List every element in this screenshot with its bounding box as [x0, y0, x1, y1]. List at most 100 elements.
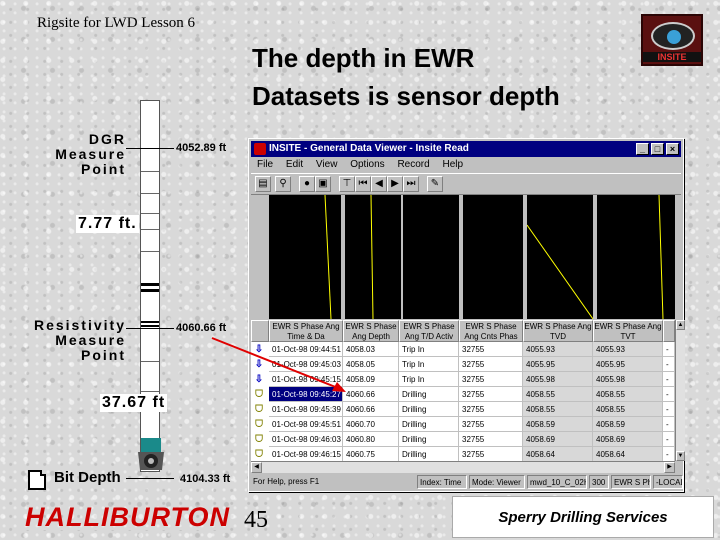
table-cell[interactable]: Drilling — [399, 432, 459, 447]
scroll-down-icon[interactable]: ▼ — [676, 451, 685, 461]
log-track-4 — [463, 195, 523, 319]
table-cell-overflow: - — [663, 417, 675, 432]
table-cell[interactable]: 4058.69 — [523, 432, 593, 447]
general-data-viewer-window[interactable]: INSITE - General Data Viewer - Insite Re… — [248, 138, 685, 492]
status-location: -LOCAL- — [653, 475, 683, 489]
record-icon[interactable]: ● — [299, 176, 315, 192]
table-cell[interactable]: 32755 — [459, 342, 523, 357]
table-cell[interactable]: 01-Oct-98 09:46:03 — [269, 432, 343, 447]
table-cell[interactable]: 4058.55 — [523, 387, 593, 402]
table-cell[interactable]: 4055.95 — [593, 357, 663, 372]
menu-file[interactable]: File — [257, 159, 273, 170]
table-cell[interactable]: Drilling — [399, 387, 459, 402]
vertical-scrollbar[interactable]: ▲ ▼ — [675, 320, 685, 461]
first-record-icon[interactable]: ⏮ — [355, 176, 371, 192]
table-cell[interactable]: 32755 — [459, 387, 523, 402]
table-cell[interactable]: 32755 — [459, 372, 523, 387]
log-track-2 — [345, 195, 401, 319]
menu-record[interactable]: Record — [397, 159, 429, 170]
table-cell[interactable]: 4060.66 — [343, 387, 399, 402]
table-cell[interactable]: Trip In — [399, 357, 459, 372]
scroll-left-icon[interactable]: ◀ — [251, 462, 262, 473]
find-icon[interactable]: ⚲ — [275, 176, 291, 192]
table-cell[interactable]: 4058.55 — [593, 387, 663, 402]
table-cell[interactable]: 4058.09 — [343, 372, 399, 387]
table-cell[interactable]: Trip In — [399, 372, 459, 387]
print-icon[interactable]: ▤ — [255, 176, 271, 192]
sperry-logo-text: Sperry Drilling Services — [498, 509, 668, 526]
column-header-tvd[interactable]: EWR S Phase Ang TVD — [523, 320, 593, 342]
table-row[interactable]: ᗜ 01-Oct-98 09:46:03 4060.80 Drilling 32755 4… — [251, 432, 675, 447]
table-cell[interactable]: 4058.55 — [593, 402, 663, 417]
maximize-button[interactable]: □ — [651, 143, 664, 155]
table-row[interactable]: ᗜ 01-Oct-98 09:46:15 4060.75 Drilling 32755 4… — [251, 447, 675, 462]
dgr-label-text: DGR Measure Point — [55, 131, 126, 177]
table-cell[interactable]: 32755 — [459, 417, 523, 432]
table-cell[interactable]: Drilling — [399, 447, 459, 462]
table-cell[interactable]: 32755 — [459, 357, 523, 372]
window-icon[interactable]: ▣ — [315, 176, 331, 192]
sperry-logo: Sperry Drilling Services — [452, 496, 714, 538]
table-cell[interactable]: 4058.64 — [523, 447, 593, 462]
bit-leader-line — [126, 478, 174, 479]
close-button[interactable]: × — [666, 143, 679, 155]
column-header-depth[interactable]: EWR S Phase Ang Depth — [343, 320, 399, 342]
minimize-button[interactable]: _ — [636, 143, 649, 155]
table-cell[interactable]: 4055.98 — [593, 372, 663, 387]
table-cell[interactable]: 4058.64 — [593, 447, 663, 462]
table-row[interactable]: ᗜ 01-Oct-98 09:45:51 4060.70 Drilling 32755 4… — [251, 417, 675, 432]
table-cell[interactable]: 01-Oct-98 09:46:15 — [269, 447, 343, 462]
table-row[interactable]: ᗜ 01-Oct-98 09:45:39 4060.66 Drilling 32755 4… — [251, 402, 675, 417]
window-titlebar[interactable]: INSITE - General Data Viewer - Insite Re… — [251, 141, 681, 157]
table-cell[interactable]: 4055.93 — [523, 342, 593, 357]
column-header-more[interactable] — [663, 320, 675, 342]
table-cell[interactable]: 4055.93 — [593, 342, 663, 357]
log-track-5 — [527, 195, 593, 319]
insite-logo: INSITE — [641, 14, 703, 66]
resistivity-depth: 4060.66 ft — [176, 322, 227, 334]
table-cell[interactable]: 4055.98 — [523, 372, 593, 387]
menu-edit[interactable]: Edit — [286, 159, 303, 170]
table-cell[interactable]: 4060.70 — [343, 417, 399, 432]
log-track-3 — [403, 195, 459, 319]
table-cell[interactable]: 01-Oct-98 09:45:51 — [269, 417, 343, 432]
status-count: 300 — [589, 475, 609, 489]
scroll-up-icon[interactable]: ▲ — [676, 320, 685, 330]
table-cell[interactable]: 4058.03 — [343, 342, 399, 357]
table-cell[interactable]: 01-Oct-98 09:45:39 — [269, 402, 343, 417]
table-cell[interactable]: 32755 — [459, 447, 523, 462]
table-cell[interactable]: 32755 — [459, 402, 523, 417]
column-header-activity[interactable]: EWR S Phase Ang T/D Activ — [399, 320, 459, 342]
menu-bar: File Edit View Options Record Help — [251, 157, 681, 173]
dgr-depth: 4052.89 ft — [176, 142, 227, 154]
menu-view[interactable]: View — [316, 159, 338, 170]
table-cell[interactable]: 4058.69 — [593, 432, 663, 447]
menu-help[interactable]: Help — [442, 159, 463, 170]
table-cell[interactable]: 32755 — [459, 432, 523, 447]
horizontal-scrollbar[interactable]: ◀ ▶ — [251, 461, 675, 473]
log-plot-area[interactable] — [251, 195, 675, 319]
edit-pencil-icon[interactable]: ✎ — [427, 176, 443, 192]
prev-record-icon[interactable]: ◀ — [371, 176, 387, 192]
table-cell[interactable]: Trip In — [399, 342, 459, 357]
next-record-icon[interactable]: ▶ — [387, 176, 403, 192]
table-cell[interactable]: Drilling — [399, 417, 459, 432]
table-cell[interactable]: 4058.59 — [523, 417, 593, 432]
table-cell[interactable]: 4060.80 — [343, 432, 399, 447]
table-cell[interactable]: 4060.75 — [343, 447, 399, 462]
pin-icon[interactable]: ⊤ — [339, 176, 355, 192]
table-cell[interactable]: 4055.95 — [523, 357, 593, 372]
menu-options[interactable]: Options — [350, 159, 384, 170]
last-record-icon[interactable]: ⏭ — [403, 176, 419, 192]
table-cell[interactable]: 4058.55 — [523, 402, 593, 417]
status-mode: Mode: Viewer — [469, 475, 525, 489]
table-cell[interactable]: Drilling — [399, 402, 459, 417]
column-header-counts[interactable]: EWR S Phase Ang Cnts Phas — [459, 320, 523, 342]
table-cell[interactable]: 4060.66 — [343, 402, 399, 417]
column-header-tvt[interactable]: EWR S Phase Ang TVT — [593, 320, 663, 342]
scroll-right-icon[interactable]: ▶ — [664, 462, 675, 473]
table-cell[interactable]: 4058.59 — [593, 417, 663, 432]
status-index: Index: Time — [417, 475, 467, 489]
offset-dgr-res: 7.77 ft. — [76, 215, 139, 233]
table-cell[interactable]: 4058.05 — [343, 357, 399, 372]
